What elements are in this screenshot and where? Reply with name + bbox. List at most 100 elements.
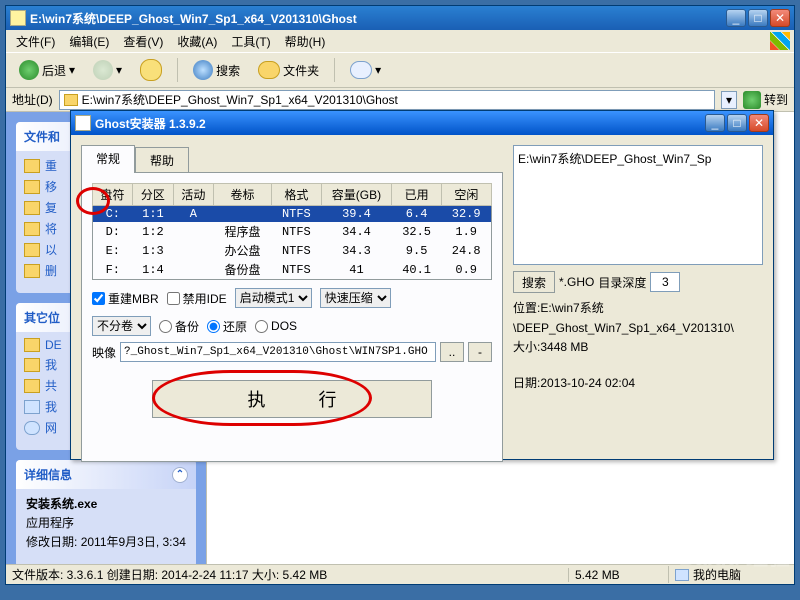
gho-info: 位置:E:\win7系统\DEEP_Ghost_Win7_Sp1_x64_V20…: [513, 299, 763, 394]
ghost-installer-dialog: Ghost安装器 1.3.9.2 _ □ ✕ 常规 帮助 盘符 分区 活动 卷标…: [70, 110, 774, 460]
back-button[interactable]: 后退▾: [12, 56, 82, 84]
backup-radio[interactable]: 备份: [159, 318, 199, 335]
table-row[interactable]: F:1:4备份盘NTFS4140.10.9: [93, 260, 492, 280]
window-title: E:\win7系统\DEEP_Ghost_Win7_Sp1_x64_V20131…: [30, 10, 726, 27]
restore-radio[interactable]: 还原: [207, 318, 247, 335]
folders-icon: [258, 61, 280, 79]
gho-search-row: 搜索 *.GHO 目录深度: [513, 271, 763, 293]
details-header[interactable]: 详细信息⌃: [16, 460, 196, 489]
loc-value: E:\win7系统\DEEP_Ghost_Win7_Sp1_x64_V20131…: [513, 301, 734, 335]
views-button[interactable]: ▾: [343, 57, 388, 83]
depth-label: 目录深度: [598, 274, 646, 291]
folder-icon: [24, 338, 40, 352]
menu-file[interactable]: 文件(F): [10, 31, 61, 52]
address-dropdown[interactable]: ▾: [721, 91, 737, 109]
col-used[interactable]: 已用: [392, 184, 442, 206]
window-controls: _ □ ✕: [726, 9, 790, 27]
gho-search-button[interactable]: 搜索: [513, 271, 555, 293]
menu-view[interactable]: 查看(V): [117, 31, 169, 52]
menu-bar: 文件(F) 编辑(E) 查看(V) 收藏(A) 工具(T) 帮助(H): [6, 30, 794, 52]
separator: [177, 58, 178, 82]
maximize-button[interactable]: □: [727, 114, 747, 132]
collapse-icon: ⌃: [172, 467, 188, 483]
browse-button[interactable]: ..: [440, 342, 464, 362]
col-active[interactable]: 活动: [173, 184, 213, 206]
minimize-button[interactable]: _: [726, 9, 746, 27]
go-icon: [743, 91, 761, 109]
status-text: 文件版本: 3.3.6.1 创建日期: 2014-2-24 11:17 大小: …: [12, 566, 568, 583]
explorer-titlebar: E:\win7系统\DEEP_Ghost_Win7_Sp1_x64_V20131…: [6, 6, 794, 30]
folders-button[interactable]: 文件夹: [251, 57, 326, 83]
depth-input[interactable]: [650, 272, 680, 292]
forward-icon: [93, 60, 113, 80]
toolbar: 后退▾ ▾ 搜索 文件夹 ▾: [6, 52, 794, 88]
task-icon: [24, 264, 40, 278]
folder-icon: [10, 10, 26, 26]
forward-button[interactable]: ▾: [86, 56, 129, 84]
search-button[interactable]: 搜索: [186, 56, 247, 84]
address-text: E:\win7系统\DEEP_Ghost_Win7_Sp1_x64_V20131…: [82, 91, 398, 108]
separator: [334, 58, 335, 82]
tab-normal[interactable]: 常规: [81, 145, 135, 173]
remove-button[interactable]: -: [468, 342, 492, 362]
task-icon: [24, 243, 40, 257]
col-label[interactable]: 卷标: [213, 184, 271, 206]
boot-mode-select[interactable]: 启动模式1: [235, 288, 312, 308]
maximize-button[interactable]: □: [748, 9, 768, 27]
volume-select[interactable]: 不分卷: [92, 316, 151, 336]
network-icon: [24, 421, 40, 435]
search-icon: [193, 60, 213, 80]
table-row[interactable]: C:1:1ANTFS39.46.432.9: [93, 206, 492, 223]
gho-list[interactable]: E:\win7系统\DEEP_Ghost_Win7_Sp: [513, 145, 763, 265]
date-value: 2013-10-24 02:04: [540, 376, 635, 390]
up-button[interactable]: [133, 55, 169, 85]
image-label: 映像: [92, 344, 116, 361]
menu-favorites[interactable]: 收藏(A): [171, 31, 223, 52]
menu-edit[interactable]: 编辑(E): [63, 31, 115, 52]
col-format[interactable]: 格式: [272, 184, 322, 206]
tab-help[interactable]: 帮助: [135, 147, 189, 173]
menu-tools[interactable]: 工具(T): [225, 31, 276, 52]
table-header-row: 盘符 分区 活动 卷标 格式 容量(GB) 已用 空闲: [93, 184, 492, 206]
menu-help[interactable]: 帮助(H): [279, 31, 332, 52]
tab-bar: 常规 帮助: [81, 145, 503, 173]
gho-ext: *.GHO: [559, 275, 594, 289]
back-icon: [19, 60, 39, 80]
dos-radio[interactable]: DOS: [255, 319, 297, 333]
options-row-2: 不分卷 备份 还原 DOS: [92, 316, 492, 336]
col-drive[interactable]: 盘符: [93, 184, 133, 206]
rebuild-mbr-checkbox[interactable]: 重建MBR: [92, 290, 159, 307]
minimize-button[interactable]: _: [705, 114, 725, 132]
options-row-1: 重建MBR 禁用IDE 启动模式1 快速压缩: [92, 288, 492, 308]
tab-content: 盘符 分区 活动 卷标 格式 容量(GB) 已用 空闲 C:1:1ANTFS39…: [81, 172, 503, 462]
compress-select[interactable]: 快速压缩: [320, 288, 391, 308]
execute-button[interactable]: 执 行: [152, 380, 432, 418]
window-controls: _ □ ✕: [705, 114, 769, 132]
status-bar: 文件版本: 3.3.6.1 创建日期: 2014-2-24 11:17 大小: …: [6, 564, 794, 584]
details-body: 安装系统.exe 应用程序 修改日期: 2011年9月3日, 3:34: [16, 489, 196, 559]
go-button[interactable]: 转到: [743, 91, 788, 109]
col-free[interactable]: 空闲: [441, 184, 491, 206]
ghost-body: 常规 帮助 盘符 分区 活动 卷标 格式 容量(GB) 已用 空闲 C:1:1A…: [71, 135, 773, 459]
details-filetype: 应用程序: [26, 516, 74, 530]
computer-icon: [675, 569, 689, 581]
close-button[interactable]: ✕: [770, 9, 790, 27]
windows-logo-icon: [770, 32, 790, 50]
disable-ide-checkbox[interactable]: 禁用IDE: [167, 290, 227, 307]
task-icon: [24, 159, 40, 173]
close-button[interactable]: ✕: [749, 114, 769, 132]
details-mod-label: 修改日期:: [26, 535, 77, 549]
disk-table: 盘符 分区 活动 卷标 格式 容量(GB) 已用 空闲 C:1:1ANTFS39…: [92, 183, 492, 280]
ghost-title: Ghost安装器 1.3.9.2: [95, 115, 705, 132]
image-path-input[interactable]: [120, 342, 436, 362]
folder-icon: [24, 379, 40, 393]
loc-label: 位置:: [513, 301, 540, 315]
table-row[interactable]: E:1:3办公盘NTFS34.39.524.8: [93, 241, 492, 260]
table-row[interactable]: D:1:2程序盘NTFS34.432.51.9: [93, 222, 492, 241]
address-input[interactable]: E:\win7系统\DEEP_Ghost_Win7_Sp1_x64_V20131…: [59, 90, 715, 110]
up-folder-icon: [140, 59, 162, 81]
size-value: 3448 MB: [540, 340, 588, 354]
app-icon: [75, 115, 91, 131]
col-part[interactable]: 分区: [133, 184, 174, 206]
col-capacity[interactable]: 容量(GB): [321, 184, 392, 206]
